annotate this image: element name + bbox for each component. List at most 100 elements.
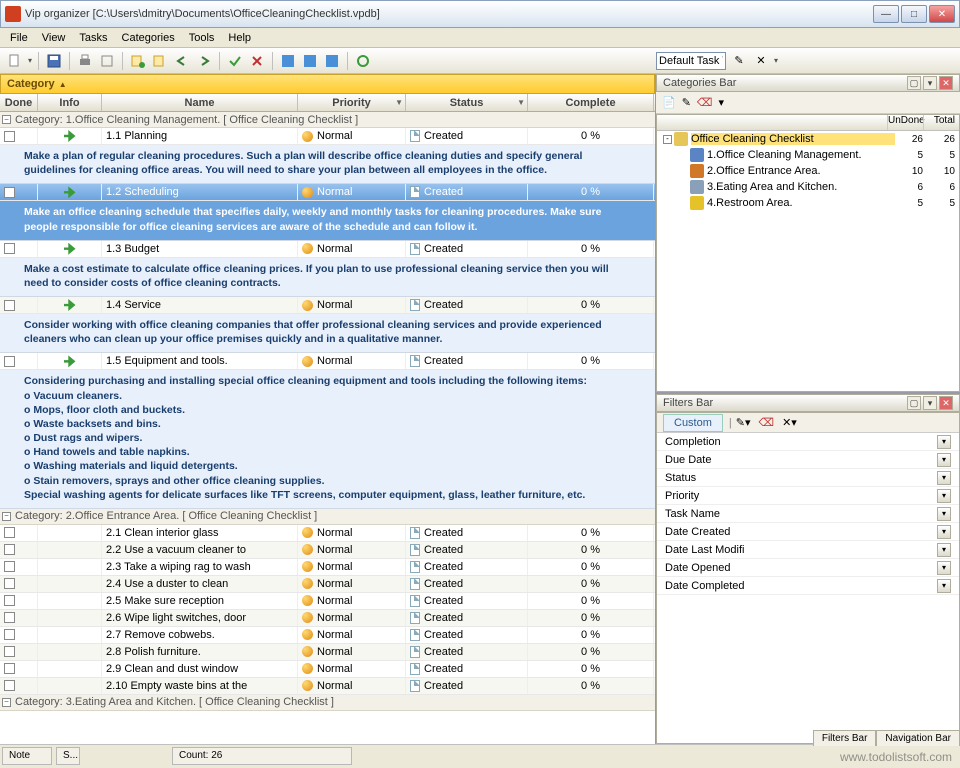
view-add-icon[interactable]: ✎ xyxy=(730,52,748,70)
task-row[interactable]: 1.4 ServiceNormalCreated0 % xyxy=(0,297,655,314)
checkbox[interactable] xyxy=(4,300,15,311)
chevron-down-icon[interactable]: ▾ xyxy=(937,525,951,539)
categories-tree[interactable]: UnDone Total -Office Cleaning Checklist2… xyxy=(656,114,960,392)
minimize-button[interactable]: — xyxy=(873,5,899,23)
chevron-down-icon[interactable]: ▾ xyxy=(937,579,951,593)
task-row[interactable]: 1.3 BudgetNormalCreated0 % xyxy=(0,241,655,258)
status-s[interactable]: S... xyxy=(56,747,80,765)
checkbox[interactable] xyxy=(4,612,15,623)
filter-row[interactable]: Date Created▾ xyxy=(657,523,959,541)
view-del-icon[interactable]: ✕ xyxy=(752,52,770,70)
export-icon[interactable] xyxy=(98,52,116,70)
undo-icon[interactable] xyxy=(173,52,191,70)
menu-file[interactable]: File xyxy=(4,30,34,46)
task-row[interactable]: 2.2 Use a vacuum cleaner toNormalCreated… xyxy=(0,542,655,559)
filter-row[interactable]: Date Opened▾ xyxy=(657,559,959,577)
filter-more-icon[interactable]: ✕▾ xyxy=(782,416,797,429)
checkbox[interactable] xyxy=(4,131,15,142)
task-row[interactable]: 2.10 Empty waste bins at theNormalCreate… xyxy=(0,678,655,695)
checkbox[interactable] xyxy=(4,356,15,367)
tree-node[interactable]: 1.Office Cleaning Management.55 xyxy=(657,147,959,163)
task-row[interactable]: 2.6 Wipe light switches, doorNormalCreat… xyxy=(0,610,655,627)
tree-node[interactable]: 3.Eating Area and Kitchen.66 xyxy=(657,179,959,195)
tree-node[interactable]: 2.Office Entrance Area.1010 xyxy=(657,163,959,179)
nav1-icon[interactable] xyxy=(279,52,297,70)
collapse-icon[interactable]: − xyxy=(2,512,11,521)
category-filter-bar[interactable]: Category ▲ xyxy=(0,74,655,94)
checkbox[interactable] xyxy=(4,243,15,254)
checkbox[interactable] xyxy=(4,646,15,657)
delete-icon[interactable] xyxy=(248,52,266,70)
bottom-tab[interactable]: Navigation Bar xyxy=(876,730,960,746)
panel-pin-icon[interactable]: ▾ xyxy=(923,396,937,410)
collapse-icon[interactable]: − xyxy=(2,115,11,124)
checkbox[interactable] xyxy=(4,187,15,198)
filter-row[interactable]: Completion▾ xyxy=(657,433,959,451)
task-row[interactable]: 2.3 Take a wiping rag to washNormalCreat… xyxy=(0,559,655,576)
grid-body[interactable]: −Category: 1.Office Cleaning Management.… xyxy=(0,112,655,744)
maximize-button[interactable]: □ xyxy=(901,5,927,23)
panel-menu-icon[interactable]: ▢ xyxy=(907,396,921,410)
cat-more-icon[interactable]: ▾ xyxy=(718,96,724,109)
task-row[interactable]: 1.2 SchedulingNormalCreated0 % xyxy=(0,184,655,201)
checkbox[interactable] xyxy=(4,527,15,538)
menu-tools[interactable]: Tools xyxy=(183,30,221,46)
col-info[interactable]: Info xyxy=(38,94,102,111)
chevron-down-icon[interactable]: ▾ xyxy=(937,471,951,485)
cat-add-icon[interactable]: 📄 xyxy=(662,96,676,109)
menu-view[interactable]: View xyxy=(36,30,72,46)
col-complete[interactable]: Complete xyxy=(528,94,654,111)
redo-icon[interactable] xyxy=(195,52,213,70)
check-icon[interactable] xyxy=(226,52,244,70)
tree-node[interactable]: -Office Cleaning Checklist2626 xyxy=(657,131,959,147)
expand-icon[interactable]: - xyxy=(663,135,672,144)
menu-help[interactable]: Help xyxy=(222,30,257,46)
filter-row[interactable]: Priority▾ xyxy=(657,487,959,505)
collapse-icon[interactable]: − xyxy=(2,698,11,707)
filter-custom-button[interactable]: Custom xyxy=(663,414,723,432)
new-icon[interactable] xyxy=(6,52,24,70)
checkbox[interactable] xyxy=(4,629,15,640)
col-done[interactable]: Done xyxy=(0,94,38,111)
task-row[interactable]: 2.9 Clean and dust windowNormalCreated0 … xyxy=(0,661,655,678)
task-view-select[interactable] xyxy=(656,52,726,70)
panel-menu-icon[interactable]: ▢ xyxy=(907,76,921,90)
checkbox[interactable] xyxy=(4,663,15,674)
bottom-tab[interactable]: Filters Bar xyxy=(813,730,877,746)
col-name[interactable]: Name xyxy=(102,94,298,111)
refresh-icon[interactable] xyxy=(354,52,372,70)
cat-edit-icon[interactable]: ✎ xyxy=(682,96,691,109)
checkbox[interactable] xyxy=(4,680,15,691)
task-row[interactable]: 2.5 Make sure receptionNormalCreated0 % xyxy=(0,593,655,610)
filter-row[interactable]: Task Name▾ xyxy=(657,505,959,523)
checkbox[interactable] xyxy=(4,578,15,589)
filter-row[interactable]: Date Last Modifi▾ xyxy=(657,541,959,559)
chevron-down-icon[interactable]: ▾ xyxy=(937,453,951,467)
panel-close-icon[interactable]: ✕ xyxy=(939,76,953,90)
save-icon[interactable] xyxy=(45,52,63,70)
task-row[interactable]: 1.1 PlanningNormalCreated0 % xyxy=(0,128,655,145)
chevron-down-icon[interactable]: ▾ xyxy=(937,543,951,557)
col-priority[interactable]: Priority▼ xyxy=(298,94,406,111)
edit-task-icon[interactable] xyxy=(151,52,169,70)
status-note[interactable]: Note xyxy=(2,747,52,765)
filter-row[interactable]: Date Completed▾ xyxy=(657,577,959,595)
task-row[interactable]: 2.4 Use a duster to cleanNormalCreated0 … xyxy=(0,576,655,593)
task-row[interactable]: 2.7 Remove cobwebs.NormalCreated0 % xyxy=(0,627,655,644)
menu-categories[interactable]: Categories xyxy=(116,30,181,46)
chevron-down-icon[interactable]: ▾ xyxy=(937,489,951,503)
task-row[interactable]: 1.5 Equipment and tools.NormalCreated0 % xyxy=(0,353,655,370)
panel-pin-icon[interactable]: ▾ xyxy=(923,76,937,90)
group-row[interactable]: −Category: 1.Office Cleaning Management.… xyxy=(0,112,655,128)
checkbox[interactable] xyxy=(4,595,15,606)
nav2-icon[interactable] xyxy=(301,52,319,70)
chevron-down-icon[interactable]: ▾ xyxy=(937,507,951,521)
print-icon[interactable] xyxy=(76,52,94,70)
checkbox[interactable] xyxy=(4,561,15,572)
group-row[interactable]: −Category: 3.Eating Area and Kitchen. [ … xyxy=(0,695,655,711)
group-row[interactable]: −Category: 2.Office Entrance Area. [ Off… xyxy=(0,509,655,525)
tree-node[interactable]: 4.Restroom Area.55 xyxy=(657,195,959,211)
menu-tasks[interactable]: Tasks xyxy=(73,30,113,46)
chevron-down-icon[interactable]: ▾ xyxy=(937,435,951,449)
panel-close-icon[interactable]: ✕ xyxy=(939,396,953,410)
